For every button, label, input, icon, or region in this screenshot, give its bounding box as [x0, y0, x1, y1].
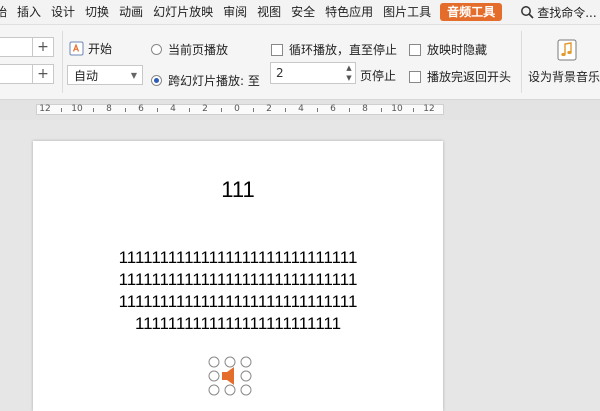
ruler-label: 6: [138, 104, 144, 114]
ruler-label: 12: [39, 104, 51, 114]
horizontal-ruler[interactable]: 12 10 8 6 4 2 0 2 4 6 8 10 12: [36, 104, 444, 115]
play-across-slides-radio[interactable]: [151, 75, 162, 86]
menu-item-security[interactable]: 安全: [286, 0, 320, 24]
resize-handle[interactable]: [224, 356, 236, 368]
ruler-label: 10: [71, 104, 83, 114]
ribbon-divider: [521, 31, 522, 93]
ruler-tick: [189, 108, 190, 112]
start-mode-select[interactable]: 自动 ▼: [67, 65, 143, 85]
body-line: 1111111111111111111111111: [134, 314, 342, 333]
resize-handle[interactable]: [208, 384, 220, 396]
menu-bar: 始 插入 设计 切换 动画 幻灯片放映 审阅 视图 安全 特色应用 图片工具 音…: [0, 0, 600, 25]
rewind-after-play-checkbox[interactable]: [409, 70, 421, 83]
ruler-label: 8: [106, 104, 112, 114]
fade-out-field[interactable]: [0, 64, 34, 84]
play-across-slides-option[interactable]: 跨幻灯片播放: 至: [151, 72, 260, 89]
play-across-slides-label: 跨幻灯片播放: 至: [168, 74, 260, 88]
stop-page-suffix: 页停止: [360, 69, 397, 83]
ruler-tick: [221, 108, 222, 112]
body-line: 11111111111111111111111111111: [118, 270, 358, 289]
fade-out-increase-button[interactable]: +: [32, 64, 54, 84]
menu-item-picture-tools[interactable]: 图片工具: [378, 0, 436, 24]
ruler-label: 4: [170, 104, 176, 114]
start-option[interactable]: 开始: [69, 40, 112, 57]
ruler-tick: [253, 108, 254, 112]
fade-in-field[interactable]: [0, 37, 34, 57]
set-background-music-label: 设为背景音乐: [528, 70, 600, 84]
menu-item-animation[interactable]: 动画: [114, 0, 148, 24]
command-search[interactable]: 查找命令...: [520, 4, 597, 21]
rewind-after-play-label: 播放完返回开头: [427, 70, 512, 84]
menu-item-slideshow[interactable]: 幻灯片放映: [148, 0, 218, 24]
hide-during-show-label: 放映时隐藏: [427, 43, 488, 57]
start-mode-value: 自动: [74, 68, 99, 83]
ruler-tick: [413, 108, 414, 112]
menu-item-review[interactable]: 审阅: [218, 0, 252, 24]
stop-page-stepper[interactable]: 2 ▲ ▼: [270, 62, 356, 84]
menu-item-special-apps[interactable]: 特色应用: [320, 0, 378, 24]
fade-in-increase-button[interactable]: +: [32, 37, 54, 57]
ruler-tick: [285, 108, 286, 112]
ruler-label: 8: [362, 104, 368, 114]
menu-item-insert[interactable]: 插入: [12, 0, 46, 24]
speaker-icon: [222, 367, 234, 385]
start-settings-icon: [69, 41, 84, 56]
ruler-tick: [349, 108, 350, 112]
ruler-tick: [93, 108, 94, 112]
ruler-label: 10: [391, 104, 403, 114]
slide-canvas[interactable]: 111 11111111111111111111111111111 111111…: [33, 141, 443, 411]
start-label: 开始: [88, 42, 113, 56]
resize-handle[interactable]: [224, 384, 236, 396]
ruler-label: 12: [423, 104, 435, 114]
ruler-tick: [125, 108, 126, 112]
resize-handle[interactable]: [208, 356, 220, 368]
ribbon-divider: [62, 31, 63, 93]
stepper-arrows-icon[interactable]: ▲ ▼: [343, 63, 355, 83]
resize-handle[interactable]: [240, 384, 252, 396]
menu-item-transition[interactable]: 切换: [80, 0, 114, 24]
hide-during-show-checkbox[interactable]: [409, 43, 421, 56]
body-line: 11111111111111111111111111111: [118, 248, 358, 267]
resize-handle[interactable]: [208, 370, 220, 382]
menu-item-design[interactable]: 设计: [46, 0, 80, 24]
ruler-label: 4: [298, 104, 304, 114]
hide-during-show-option[interactable]: 放映时隐藏: [409, 41, 487, 58]
stop-page-value: 2: [276, 66, 284, 80]
ruler-label: 6: [330, 104, 336, 114]
ruler-tick: [381, 108, 382, 112]
slide-body-text[interactable]: 11111111111111111111111111111 1111111111…: [33, 247, 443, 335]
music-note-icon: [557, 39, 577, 61]
body-line: 11111111111111111111111111111: [118, 292, 358, 311]
slide-title[interactable]: 111: [33, 177, 443, 203]
loop-checkbox[interactable]: [271, 43, 283, 56]
ruler-tick: [61, 108, 62, 112]
search-icon: [521, 6, 534, 19]
menu-item-view[interactable]: 视图: [252, 0, 286, 24]
ruler-label: 2: [202, 104, 208, 114]
chevron-down-icon: ▼: [130, 70, 137, 80]
plus-icon: +: [37, 39, 49, 55]
ruler-label: 0: [234, 104, 240, 114]
ruler-tick: [157, 108, 158, 112]
loop-option[interactable]: 循环播放，直至停止: [271, 41, 397, 58]
resize-handle[interactable]: [240, 370, 252, 382]
ribbon-toolbar: + + 开始 自动 ▼ 当前页播放 跨幻灯片播放: 至 2 ▲ ▼ 页停止 循环播…: [0, 25, 600, 100]
loop-label: 循环播放，直至停止: [289, 43, 398, 57]
play-current-page-label: 当前页播放: [168, 43, 229, 57]
ruler-label: 2: [266, 104, 272, 114]
tab-audio-tools[interactable]: 音频工具: [440, 3, 503, 21]
ruler-tick: [317, 108, 318, 112]
resize-handle[interactable]: [240, 356, 252, 368]
plus-icon: +: [37, 66, 49, 82]
search-label: 查找命令...: [537, 5, 597, 20]
menu-item-start[interactable]: 始: [0, 0, 12, 24]
rewind-after-play-option[interactable]: 播放完返回开头: [409, 68, 511, 85]
play-current-page-radio[interactable]: [151, 44, 162, 55]
audio-object[interactable]: [207, 355, 253, 397]
play-current-page-option[interactable]: 当前页播放: [151, 41, 228, 58]
